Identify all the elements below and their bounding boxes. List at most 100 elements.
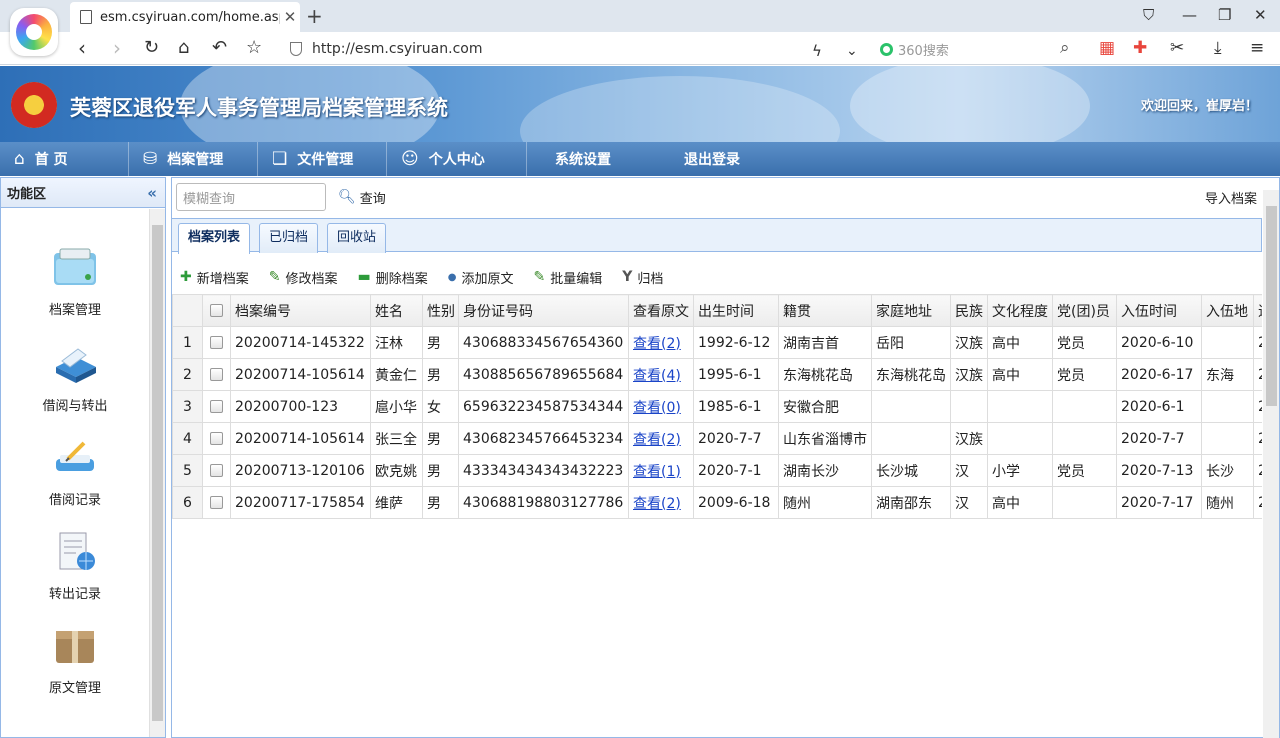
nav-archive[interactable]: ⛁ 档案管理 [129, 142, 258, 176]
table-row[interactable]: 2 20200714-105614 黄金仁男 430885656789655684 查看… [172, 358, 1262, 391]
maximize-button[interactable]: ❐ [1218, 6, 1231, 24]
batch-edit-button[interactable]: ✎ 批量编辑 [534, 268, 603, 287]
row-checkbox-cell[interactable] [202, 326, 231, 359]
cell-view[interactable]: 查看(2) [628, 486, 694, 519]
download-icon[interactable]: ⤓ [1214, 38, 1222, 58]
content-scrollbar[interactable] [1263, 190, 1279, 738]
search-icon[interactable]: ⌕ [1060, 38, 1070, 58]
row-checkbox-cell[interactable] [202, 390, 231, 423]
column-header[interactable]: 文化程度 [987, 294, 1053, 327]
cell-idcard: 430682345766453234 [458, 422, 629, 455]
column-header[interactable]: 出生时间 [693, 294, 779, 327]
scissors-icon[interactable]: ✂ [1170, 38, 1184, 58]
scrollbar-thumb[interactable] [152, 225, 163, 721]
forward-icon[interactable]: › [113, 36, 121, 60]
archive-button[interactable]: Y 归档 [622, 268, 663, 287]
collapse-icon[interactable]: « [147, 184, 157, 202]
nav-settings[interactable]: 系统设置 [527, 142, 656, 176]
row-number: 5 [172, 454, 203, 487]
view-original-link[interactable]: 查看(2) [633, 432, 681, 448]
row-checkbox[interactable] [210, 368, 223, 381]
column-header[interactable]: 查看原文 [628, 294, 694, 327]
browser-tab[interactable]: esm.csyiruan.com/home.aspx ✕ [70, 2, 300, 32]
close-tab-icon[interactable]: ✕ [280, 8, 300, 26]
cell-enlist: 2020-6-10 [1116, 326, 1202, 359]
minimize-button[interactable]: — [1182, 6, 1197, 24]
table-row[interactable]: 5 20200713-120106 欧克姚男 433343434343432223 查看… [172, 454, 1262, 487]
row-checkbox[interactable] [210, 336, 223, 349]
view-original-link[interactable]: 查看(1) [633, 464, 681, 480]
shirt-skin-icon[interactable]: ⛉ [1143, 6, 1154, 24]
sidebar-item-transfer-records[interactable]: 转出记录 [1, 531, 149, 602]
search-button[interactable]: 🔍︎ 查询 [338, 188, 386, 207]
gamepad-icon[interactable]: ✚ [1133, 38, 1147, 58]
select-all-checkbox[interactable] [210, 304, 223, 317]
undo-icon[interactable]: ↶ [212, 36, 227, 60]
column-header[interactable]: 入伍时间 [1116, 294, 1202, 327]
column-header[interactable]: 性别 [422, 294, 459, 327]
close-window-button[interactable]: ✕ [1254, 6, 1267, 24]
tab-recycle-bin[interactable]: 回收站 [327, 223, 387, 253]
cell-view[interactable]: 查看(1) [628, 454, 694, 487]
column-header[interactable]: 入伍地 [1201, 294, 1254, 327]
delete-archive-button[interactable]: ▬ 删除档案 [358, 268, 428, 287]
cell-view[interactable]: 查看(4) [628, 358, 694, 391]
scrollbar-thumb[interactable] [1266, 206, 1277, 406]
sidebar-item-archive[interactable]: 档案管理 [1, 247, 149, 318]
back-icon[interactable]: ‹ [78, 36, 86, 60]
refresh-icon[interactable]: ↻ [144, 36, 159, 60]
view-original-link[interactable]: 查看(2) [633, 336, 681, 352]
view-original-link[interactable]: 查看(2) [633, 496, 681, 512]
column-header[interactable]: 籍贯 [778, 294, 872, 327]
new-tab-button[interactable]: + [306, 4, 323, 28]
column-header[interactable]: 姓名 [370, 294, 423, 327]
row-checkbox[interactable] [210, 464, 223, 477]
add-archive-button[interactable]: ✚ 新增档案 [180, 268, 249, 287]
apps-icon[interactable]: ▦ [1099, 38, 1115, 58]
column-header[interactable]: 民族 [950, 294, 988, 327]
nav-home[interactable]: ⌂ 首 页 [0, 142, 129, 176]
column-header[interactable]: 家庭地址 [871, 294, 951, 327]
lightning-icon[interactable]: ϟ [812, 39, 822, 63]
view-original-link[interactable]: 查看(0) [633, 400, 681, 416]
select-all-checkbox-cell[interactable] [202, 294, 231, 327]
sidebar-item-borrow-records[interactable]: 借阅记录 [1, 437, 149, 508]
row-checkbox[interactable] [210, 432, 223, 445]
cell-view[interactable]: 查看(2) [628, 422, 694, 455]
table-row[interactable]: 6 20200717-175854 维萨男 430688198803127786 查看(… [172, 486, 1262, 519]
nav-documents[interactable]: ❏ 文件管理 [258, 142, 387, 176]
row-checkbox-cell[interactable] [202, 486, 231, 519]
cell-view[interactable]: 查看(2) [628, 326, 694, 359]
column-header[interactable]: 退 [1253, 294, 1262, 327]
sidebar-scrollbar[interactable] [149, 209, 165, 737]
table-row[interactable]: 3 20200700-123 扈小华女 659632234587534344 查看(0)… [172, 390, 1262, 423]
add-original-button[interactable]: ● 添加原文 [448, 268, 514, 287]
tab-archive-list[interactable]: 档案列表 [178, 223, 251, 254]
import-archive-button[interactable]: 导入档案 [1205, 188, 1257, 207]
table-row[interactable]: 1 20200714-145322 汪林男 430688334567654360 查看(… [172, 326, 1262, 359]
search-input[interactable]: 模糊查询 [176, 183, 326, 211]
column-header[interactable]: 身份证号码 [458, 294, 629, 327]
nav-logout[interactable]: 退出登录 [656, 142, 785, 176]
search-engine-field[interactable]: 360搜索 [880, 38, 1080, 60]
row-checkbox[interactable] [210, 496, 223, 509]
sidebar-item-original-files[interactable]: 原文管理 [1, 625, 149, 696]
table-row[interactable]: 4 20200714-105614 张三全男 430682345766453234 查看… [172, 422, 1262, 455]
url-field[interactable]: http://esm.csyiruan.com [290, 37, 860, 61]
tab-archived[interactable]: 已归档 [259, 223, 319, 253]
row-checkbox-cell[interactable] [202, 422, 231, 455]
edit-archive-button[interactable]: ✎ 修改档案 [269, 268, 338, 287]
row-checkbox-cell[interactable] [202, 358, 231, 391]
view-original-link[interactable]: 查看(4) [633, 368, 681, 384]
row-checkbox[interactable] [210, 400, 223, 413]
star-icon[interactable]: ☆ [246, 36, 262, 60]
chevron-down-icon[interactable]: ⌄ [846, 39, 858, 63]
column-header[interactable]: 党(团)员 [1052, 294, 1117, 327]
column-header[interactable]: 档案编号 [230, 294, 371, 327]
menu-icon[interactable]: ≡ [1250, 38, 1264, 58]
row-checkbox-cell[interactable] [202, 454, 231, 487]
home-icon[interactable]: ⌂ [178, 36, 189, 60]
sidebar-item-borrow-transfer[interactable]: 借阅与转出 [1, 343, 149, 414]
nav-profile[interactable]: ☺ 个人中心 [387, 142, 527, 176]
cell-view[interactable]: 查看(0) [628, 390, 694, 423]
